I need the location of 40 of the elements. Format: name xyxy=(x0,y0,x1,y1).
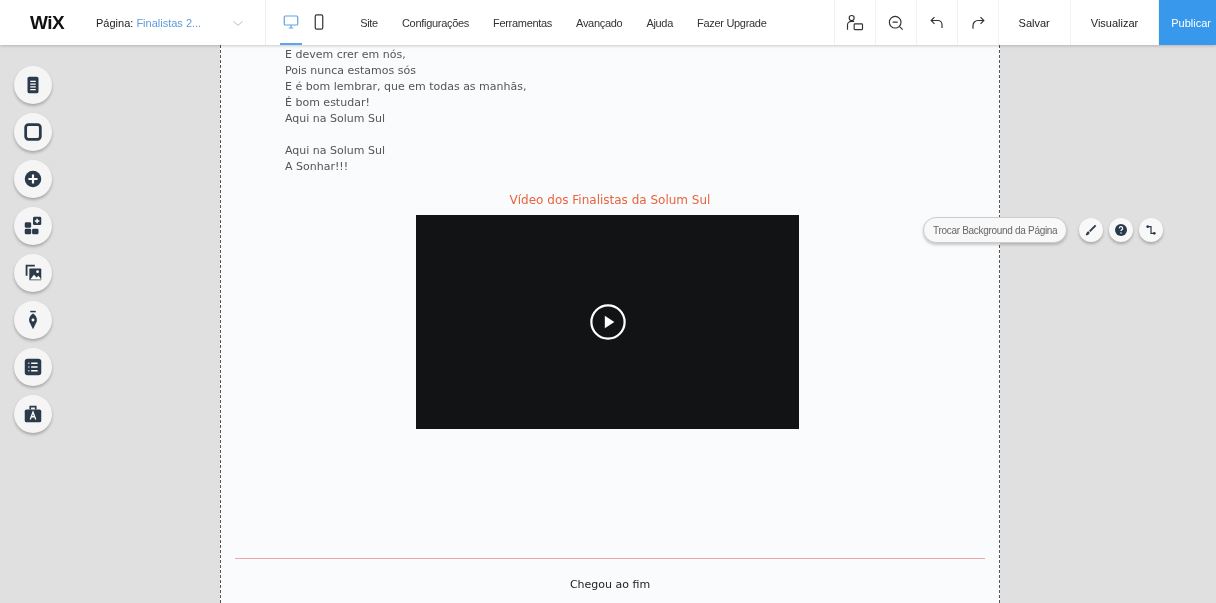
blog-tool-button[interactable] xyxy=(14,301,52,339)
store-tool-button[interactable] xyxy=(14,395,52,433)
square-icon xyxy=(22,121,44,143)
wix-logo[interactable]: WiX xyxy=(30,11,82,34)
background-tool-button[interactable] xyxy=(14,113,52,151)
lyric-line: É bom estudar! xyxy=(285,95,371,111)
play-icon[interactable] xyxy=(588,303,627,341)
link-button[interactable] xyxy=(1139,218,1164,242)
add-icon xyxy=(22,168,44,190)
help-icon xyxy=(1113,222,1130,238)
media-tool-button[interactable] xyxy=(14,254,52,292)
list-icon xyxy=(22,356,44,378)
lyric-line: Pois nunca estamos sós xyxy=(285,63,417,79)
brush-button[interactable] xyxy=(1079,218,1104,242)
video-title: Vídeo dos Finalistas da Solum Sul xyxy=(508,193,712,207)
pages-tool-button[interactable] xyxy=(14,66,52,104)
menu-item[interactable]: Configurações xyxy=(401,16,469,29)
menu-item[interactable]: Fazer Upgrade xyxy=(697,16,767,29)
toolbar-button[interactable]: Salvar xyxy=(997,0,1070,45)
menu-item[interactable]: Site xyxy=(360,16,378,29)
help-button[interactable] xyxy=(1109,218,1134,242)
lyric-line: Aqui na Solum Sul xyxy=(285,143,386,159)
add-tool-button[interactable] xyxy=(14,160,52,198)
lyric-line: Aqui na Solum Sul xyxy=(285,111,386,127)
footer-text: Chegou ao fim xyxy=(568,578,652,591)
lyric-line: E devem crer em nós, xyxy=(285,47,407,63)
lyric-line: E é bom lembrar, que em todas as manhãs, xyxy=(285,79,528,95)
apps-tool-button[interactable] xyxy=(14,207,52,245)
menu-item[interactable]: Ajuda xyxy=(646,16,673,29)
list-tool-button[interactable] xyxy=(14,348,52,386)
desktop-icon xyxy=(282,12,301,31)
page-selector[interactable]: Página: Finalistas 2... xyxy=(96,16,202,29)
apps-icon xyxy=(22,215,44,237)
store-bag-icon xyxy=(22,403,44,425)
change-background-button[interactable]: Trocar Background da Página xyxy=(923,217,1068,243)
menu-item[interactable]: Ferramentas xyxy=(493,16,553,29)
menu-item[interactable]: Avançado xyxy=(576,16,623,29)
toolbar-button[interactable]: Visualizar xyxy=(1069,0,1159,45)
accessibility-icon[interactable] xyxy=(844,12,865,33)
lyric-line: A Sonhar!!! xyxy=(285,159,350,175)
